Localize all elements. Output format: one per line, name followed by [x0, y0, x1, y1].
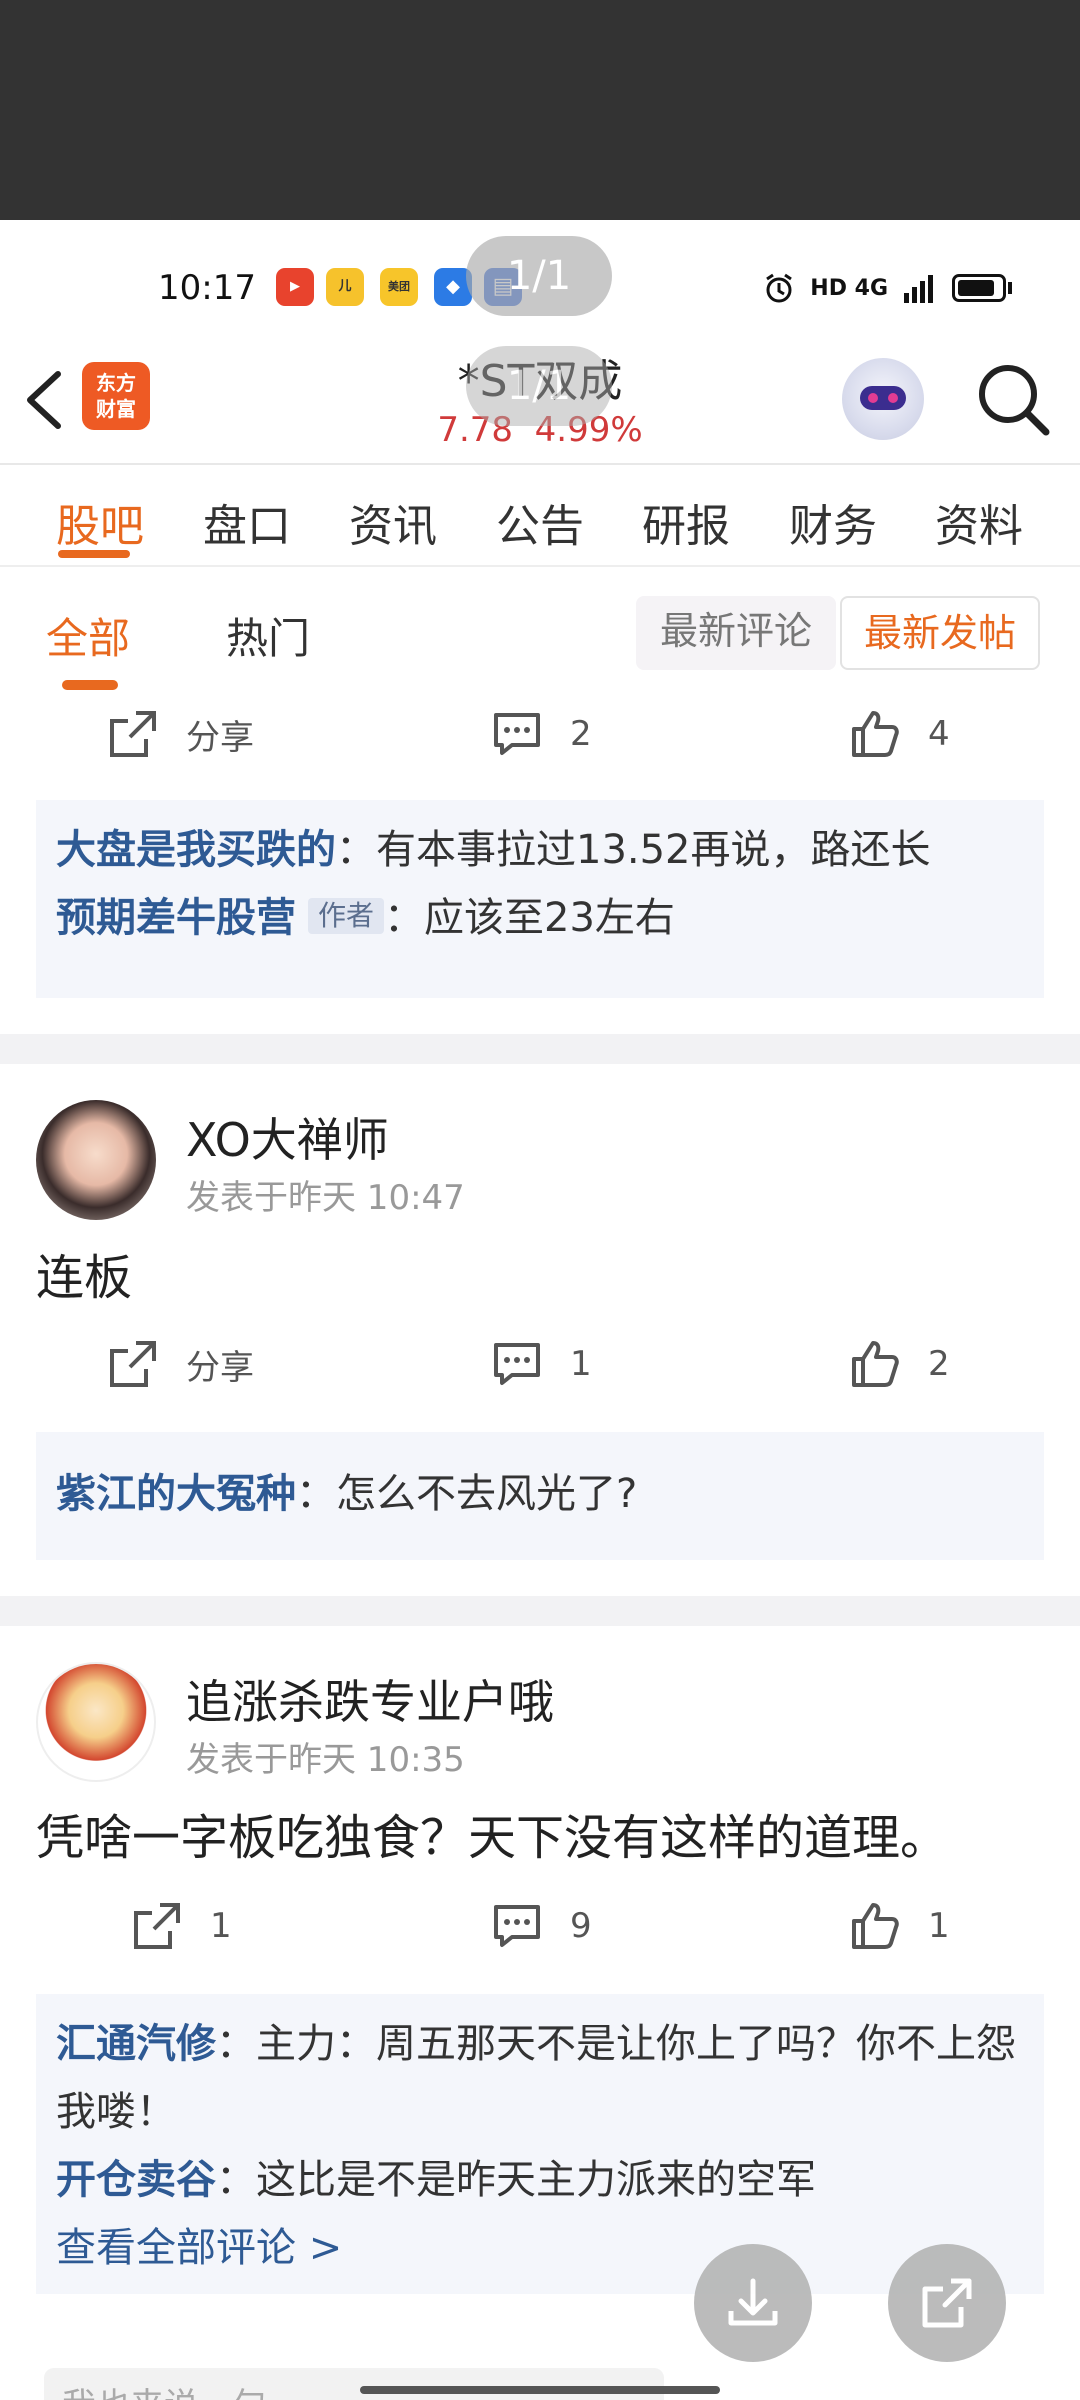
avatar[interactable]	[36, 1662, 156, 1782]
thumbs-up-icon	[852, 711, 899, 757]
subtab-hot[interactable]: 热门	[226, 605, 310, 666]
search-icon[interactable]	[974, 360, 1054, 440]
comment-icon	[494, 1905, 540, 1947]
tab-zixun[interactable]: 资讯	[349, 490, 437, 554]
like-count: 1	[928, 1906, 950, 1946]
network-indicator: HD 4G	[810, 275, 888, 301]
page-indicator-pill-2: 1/1	[466, 346, 612, 426]
share-out-icon	[922, 2278, 972, 2328]
tab-caiwu[interactable]: 财务	[789, 490, 877, 554]
post-username[interactable]: XO大禅师	[186, 1104, 389, 1170]
reply-username[interactable]: 紫江的大冤种	[56, 1471, 296, 1517]
thumbs-up-icon	[852, 1341, 899, 1387]
post-time: 发表于昨天 10:35	[186, 1740, 465, 1780]
video-app-icon: ▶	[276, 268, 314, 306]
comment-count: 9	[570, 1906, 592, 1946]
post-content[interactable]: 凭啥一字板吃独食？天下没有这样的道理。	[36, 1798, 948, 1868]
post-username[interactable]: 追涨杀跌专业户哦	[186, 1666, 554, 1732]
view-all-comments-link[interactable]: 查看全部评论 >	[56, 2214, 1024, 2282]
post-divider	[0, 1034, 1080, 1064]
post-content[interactable]: 连板	[36, 1238, 132, 1308]
reply-text: ：有本事拉过13.52再说，路还长	[336, 827, 931, 873]
post-time: 发表于昨天 10:47	[186, 1178, 465, 1218]
reply-username[interactable]: 汇通汽修	[56, 2021, 216, 2067]
download-button[interactable]	[694, 2244, 812, 2362]
like-button[interactable]: 1	[848, 1896, 950, 1956]
post-divider	[0, 1596, 1080, 1626]
home-indicator[interactable]	[360, 2386, 720, 2394]
subtab-all[interactable]: 全部	[46, 605, 130, 666]
reply-preview-box[interactable]: 大盘是我买跌的：有本事拉过13.52再说，路还长 预期差牛股营 作者 ：应该至23左…	[36, 800, 1044, 998]
thumbs-up-icon	[852, 1903, 899, 1949]
reply-preview-box[interactable]: 汇通汽修：主力：周五那天不是让你上了吗？你不上怨我喽！ 开仓卖谷：这比是不是昨天…	[36, 1994, 1044, 2294]
author-badge: 作者	[308, 898, 385, 934]
status-indicators: HD 4G	[762, 268, 1012, 308]
share-icon	[110, 711, 156, 757]
meituan-app-icon: 美团	[380, 268, 418, 306]
comment-count: 2	[570, 714, 592, 754]
share-button[interactable]: 分享	[106, 1334, 254, 1394]
reply-line: 紫江的大冤种：怎么不去风光了?	[56, 1460, 1024, 1528]
reply-line: 汇通汽修：主力：周五那天不是让你上了吗？你不上怨我喽！	[56, 2010, 1024, 2146]
comment-button[interactable]: 1	[490, 1334, 592, 1394]
reply-username[interactable]: 大盘是我买跌的	[56, 827, 336, 873]
like-count: 4	[928, 714, 950, 754]
tab-gonggao[interactable]: 公告	[496, 490, 584, 554]
page-indicator-pill: 1/1	[466, 236, 612, 316]
reply-line: 开仓卖谷：这比是不是昨天主力派来的空军	[56, 2146, 1024, 2214]
subtab-active-underline	[62, 680, 118, 690]
share-count: 1	[210, 1906, 232, 1946]
reply-text: ：应该至23左右	[384, 895, 675, 941]
share-icon	[134, 1903, 180, 1949]
share-label: 分享	[186, 717, 254, 758]
share-label: 分享	[186, 1347, 254, 1388]
like-count: 2	[928, 1344, 950, 1384]
comment-icon	[494, 713, 540, 755]
battery-icon	[952, 274, 1006, 302]
top-dark-overlay	[0, 0, 1080, 220]
status-time: 10:17	[158, 268, 256, 308]
robot-assistant-icon[interactable]	[842, 358, 924, 440]
sort-latest-comment-button[interactable]: 最新评论	[636, 596, 836, 670]
comment-count: 1	[570, 1344, 592, 1384]
reply-username[interactable]: 开仓卖谷	[56, 2157, 216, 2203]
comment-icon	[494, 1343, 540, 1385]
reply-preview-box[interactable]: 紫江的大冤种：怎么不去风光了?	[36, 1432, 1044, 1560]
reply-text: ：这比是不是昨天主力派来的空军	[216, 2157, 816, 2203]
sort-latest-post-button[interactable]: 最新发帖	[840, 596, 1040, 670]
tab-yanbao[interactable]: 研报	[642, 490, 730, 554]
signal-icon	[904, 275, 933, 303]
reply-line: 大盘是我买跌的：有本事拉过13.52再说，路还长	[56, 816, 1024, 884]
tab-guba[interactable]: 股吧	[56, 490, 144, 554]
comment-button[interactable]: 9	[490, 1896, 592, 1956]
share-button[interactable]: 分享	[106, 704, 254, 764]
avatar[interactable]	[36, 1100, 156, 1220]
alarm-icon	[766, 273, 793, 303]
battery-tip	[1008, 282, 1012, 294]
like-button[interactable]: 2	[848, 1334, 950, 1394]
tab-active-underline	[58, 550, 130, 558]
external-share-button[interactable]	[888, 2244, 1006, 2362]
share-icon	[110, 1341, 156, 1387]
tab-pankou[interactable]: 盘口	[203, 490, 291, 554]
kids-app-icon: 儿	[326, 268, 364, 306]
comment-button[interactable]: 2	[490, 704, 592, 764]
like-button[interactable]: 4	[848, 704, 950, 764]
comment-input[interactable]: 我也来说一句	[44, 2368, 664, 2400]
reply-text: ：怎么不去风光了?	[296, 1471, 638, 1517]
reply-username[interactable]: 预期差牛股营	[56, 895, 296, 941]
reply-line: 预期差牛股营 作者 ：应该至23左右	[56, 884, 1024, 952]
tab-ziliao[interactable]: 资料	[935, 490, 1023, 554]
download-icon	[728, 2278, 778, 2326]
share-button[interactable]: 1	[130, 1896, 232, 1956]
